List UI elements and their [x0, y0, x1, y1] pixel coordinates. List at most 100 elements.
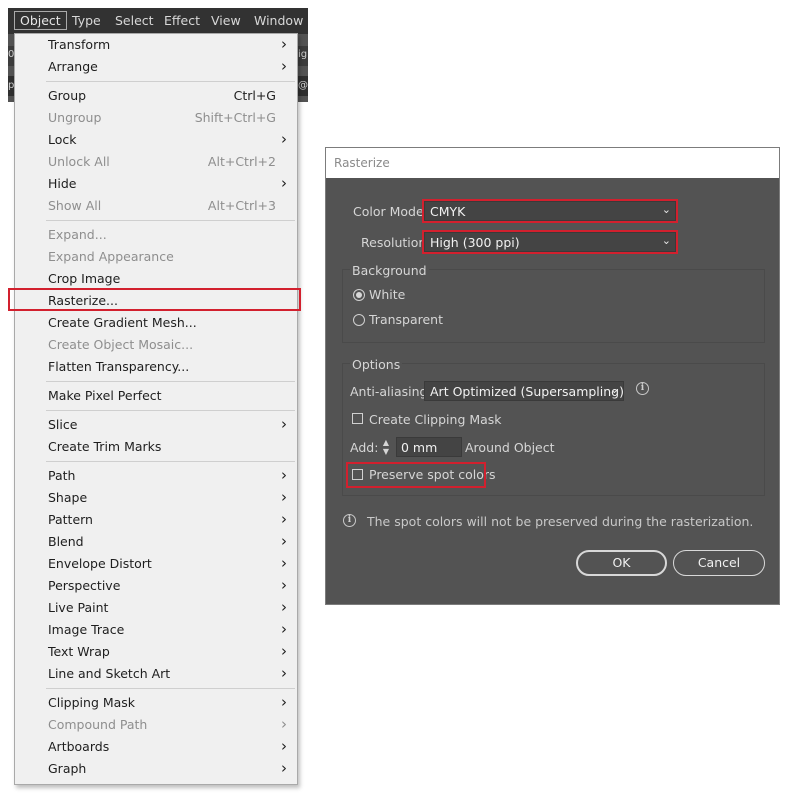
menu-item-label: Transform	[48, 37, 111, 52]
menu-item-clipping-mask[interactable]: Clipping Mask ›	[15, 692, 297, 714]
menu-item-line-and-sketch-art[interactable]: Line and Sketch Art ›	[15, 663, 297, 685]
menu-item-lock[interactable]: Lock ›	[15, 129, 297, 151]
create-clipping-mask-checkbox[interactable]	[352, 413, 363, 424]
submenu-arrow-icon: ›	[281, 415, 287, 433]
anti-aliasing-value: Art Optimized (Supersampling)	[430, 384, 624, 399]
menu-item-label: Shape	[48, 490, 88, 505]
anti-aliasing-select[interactable]: Art Optimized (Supersampling) ⌄	[424, 381, 624, 401]
color-model-label: Color Model:	[353, 204, 432, 219]
bg-fragment: @	[298, 80, 308, 91]
cancel-button[interactable]: Cancel	[673, 550, 765, 576]
menu-item-crop-image[interactable]: Crop Image	[15, 268, 297, 290]
options-group-label: Options	[350, 357, 403, 372]
add-input[interactable]: 0 mm	[396, 437, 462, 457]
menu-item-compound-path[interactable]: Compound Path ›	[15, 714, 297, 736]
menu-item-expand[interactable]: Expand...	[15, 224, 297, 246]
menu-item-create-trim-marks[interactable]: Create Trim Marks	[15, 436, 297, 458]
color-model-highlight-box	[422, 199, 678, 223]
white-radio-label: White	[369, 287, 406, 302]
stepper-down-icon[interactable]: ▼	[380, 447, 392, 456]
menu-type[interactable]: Type	[72, 13, 101, 28]
menu-item-blend[interactable]: Blend ›	[15, 531, 297, 553]
submenu-arrow-icon: ›	[281, 737, 287, 755]
menu-item-graph[interactable]: Graph ›	[15, 758, 297, 780]
background-group	[342, 269, 765, 343]
menu-item-label: Envelope Distort	[48, 556, 152, 571]
menu-item-ungroup[interactable]: Ungroup Shift+Ctrl+G	[15, 107, 297, 129]
menu-item-image-trace[interactable]: Image Trace ›	[15, 619, 297, 641]
submenu-arrow-icon: ›	[281, 510, 287, 528]
menu-item-label: Group	[48, 88, 87, 103]
submenu-arrow-icon: ›	[281, 130, 287, 148]
menu-item-path[interactable]: Path ›	[15, 465, 297, 487]
menu-item-flatten-transparency[interactable]: Flatten Transparency...	[15, 356, 297, 378]
submenu-arrow-icon: ›	[281, 57, 287, 75]
menu-item-slice[interactable]: Slice ›	[15, 414, 297, 436]
menu-view[interactable]: View	[211, 13, 241, 28]
menu-item-label: Ungroup	[48, 110, 102, 125]
submenu-arrow-icon: ›	[281, 576, 287, 594]
menu-item-shortcut: Alt+Ctrl+3	[207, 198, 276, 213]
info-icon: i	[343, 514, 356, 527]
menu-separator	[46, 461, 295, 462]
menu-item-unlock-all[interactable]: Unlock All Alt+Ctrl+2	[15, 151, 297, 173]
rasterize-highlight-box	[8, 288, 301, 311]
menu-item-group[interactable]: Group Ctrl+G	[15, 85, 297, 107]
create-clipping-mask-label: Create Clipping Mask	[369, 412, 502, 427]
menu-item-create-object-mosaic[interactable]: Create Object Mosaic...	[15, 334, 297, 356]
menu-item-label: Perspective	[48, 578, 121, 593]
menu-item-shortcut: Ctrl+G	[233, 88, 276, 103]
menu-item-make-pixel-perfect[interactable]: Make Pixel Perfect	[15, 385, 297, 407]
menu-item-envelope-distort[interactable]: Envelope Distort ›	[15, 553, 297, 575]
submenu-arrow-icon: ›	[281, 488, 287, 506]
menu-object[interactable]: Object	[14, 11, 67, 30]
menu-item-live-paint[interactable]: Live Paint ›	[15, 597, 297, 619]
menu-item-shortcut: Alt+Ctrl+2	[207, 154, 276, 169]
menu-item-expand-appearance[interactable]: Expand Appearance	[15, 246, 297, 268]
menu-select[interactable]: Select	[115, 13, 154, 28]
submenu-arrow-icon: ›	[281, 759, 287, 777]
menu-item-label: Show All	[48, 198, 102, 213]
submenu-arrow-icon: ›	[281, 715, 287, 733]
white-radio[interactable]	[353, 289, 365, 301]
menu-item-arrange[interactable]: Arrange ›	[15, 56, 297, 78]
menu-item-hide[interactable]: Hide ›	[15, 173, 297, 195]
ok-button[interactable]: OK	[576, 550, 667, 576]
menu-item-label: Flatten Transparency...	[48, 359, 190, 374]
stepper-up-icon[interactable]: ▲	[380, 438, 392, 447]
menu-item-label: Line and Sketch Art	[48, 666, 171, 681]
menu-window[interactable]: Window	[254, 13, 303, 28]
menu-item-label: Lock	[48, 132, 77, 147]
info-icon[interactable]: i	[636, 382, 649, 395]
menu-item-label: Create Object Mosaic...	[48, 337, 194, 352]
menu-item-text-wrap[interactable]: Text Wrap ›	[15, 641, 297, 663]
menu-separator	[46, 220, 295, 221]
menu-item-shortcut: Shift+Ctrl+G	[194, 110, 276, 125]
add-label: Add:	[350, 440, 379, 455]
menu-item-shape[interactable]: Shape ›	[15, 487, 297, 509]
menu-item-pattern[interactable]: Pattern ›	[15, 509, 297, 531]
menu-separator	[46, 381, 295, 382]
menu-item-transform[interactable]: Transform ›	[15, 34, 297, 56]
submenu-arrow-icon: ›	[281, 532, 287, 550]
menu-item-label: Image Trace	[48, 622, 125, 637]
add-stepper[interactable]: ▲ ▼	[380, 438, 392, 458]
dialog-title: Rasterize	[334, 156, 390, 170]
menu-item-label: Create Gradient Mesh...	[48, 315, 197, 330]
menu-item-label: Crop Image	[48, 271, 121, 286]
submenu-arrow-icon: ›	[281, 598, 287, 616]
menu-item-create-gradient-mesh[interactable]: Create Gradient Mesh...	[15, 312, 297, 334]
menu-effect[interactable]: Effect	[164, 13, 200, 28]
menu-item-artboards[interactable]: Artboards ›	[15, 736, 297, 758]
menu-item-perspective[interactable]: Perspective ›	[15, 575, 297, 597]
menu-item-show-all[interactable]: Show All Alt+Ctrl+3	[15, 195, 297, 217]
menu-item-label: Path	[48, 468, 76, 483]
dialog-title-bar: Rasterize	[326, 148, 779, 178]
menu-item-label: Arrange	[48, 59, 98, 74]
submenu-arrow-icon: ›	[281, 642, 287, 660]
chevron-down-icon: ⌄	[609, 383, 619, 396]
transparent-radio[interactable]	[353, 314, 365, 326]
anti-aliasing-label: Anti-aliasing:	[350, 384, 432, 399]
submenu-arrow-icon: ›	[281, 620, 287, 638]
resolution-label: Resolution:	[361, 235, 431, 250]
